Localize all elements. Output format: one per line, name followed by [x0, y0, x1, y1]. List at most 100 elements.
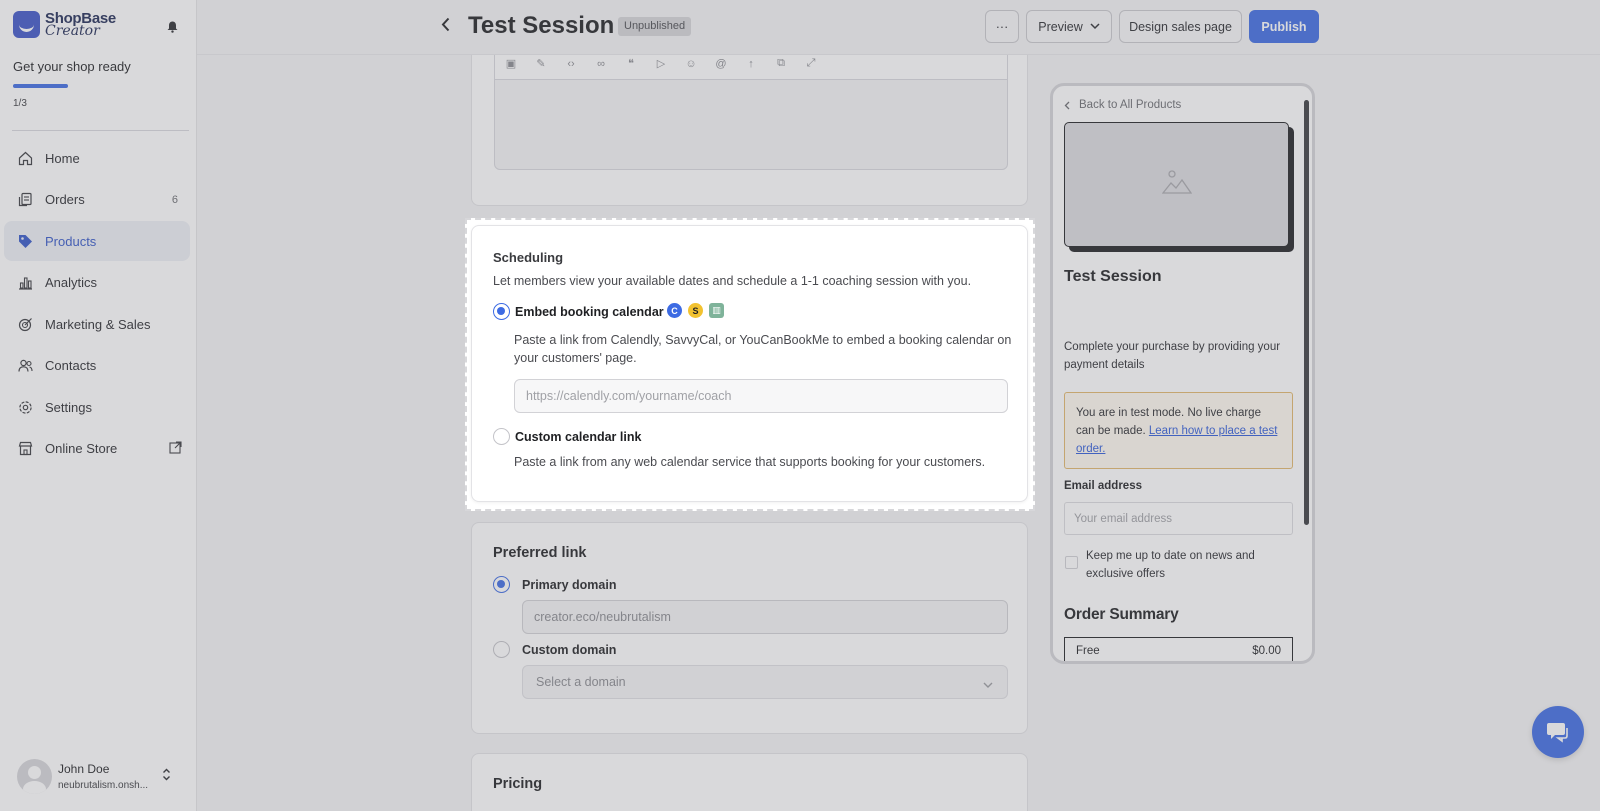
preview-scrollbar[interactable] — [1304, 100, 1309, 525]
more-actions-button[interactable]: ··· — [985, 10, 1019, 43]
chevron-down-icon — [983, 678, 993, 692]
back-arrow-icon[interactable] — [441, 17, 451, 37]
custom-domain-radio[interactable] — [493, 641, 510, 658]
preferred-link-card: Preferred link Primary domain creator.ec… — [471, 522, 1028, 734]
external-link-icon[interactable] — [169, 440, 182, 457]
scheduling-card: Scheduling Let members view your availab… — [471, 225, 1028, 502]
sidebar-item-marketing[interactable]: Marketing & Sales — [4, 304, 190, 344]
embed-calendar-label[interactable]: Embed booking calendar — [515, 305, 664, 319]
gear-icon — [17, 399, 33, 415]
pricing-card: Pricing — [471, 753, 1028, 811]
sidebar-item-online-store[interactable]: Online Store — [4, 429, 190, 469]
savvycal-icon: S — [688, 303, 703, 318]
image-placeholder-icon — [1161, 169, 1192, 200]
summary-item-price: $0.00 — [1252, 645, 1281, 657]
image-icon[interactable]: ▣ — [501, 54, 521, 74]
scheduling-description: Let members view your available dates an… — [493, 274, 972, 288]
description-editor[interactable] — [494, 79, 1008, 170]
sidebar-item-analytics[interactable]: Analytics — [4, 263, 190, 303]
custom-calendar-label[interactable]: Custom calendar link — [515, 430, 641, 444]
bell-icon[interactable] — [167, 20, 178, 33]
code-icon[interactable]: ‹› — [561, 54, 581, 74]
preview-button[interactable]: Preview — [1026, 10, 1112, 43]
embed-calendar-description: Paste a link from Calendly, SavvyCal, or… — [514, 331, 1014, 367]
avatar — [17, 759, 52, 794]
onboarding-progress — [13, 84, 68, 88]
sidebar-nav: Home Orders 6 Products Analytics Marketi… — [4, 138, 190, 470]
link-icon[interactable]: ∞ — [591, 54, 611, 74]
embed-description-line-2: your customers' page. — [514, 351, 637, 365]
tag-icon — [17, 233, 33, 249]
user-name: John Doe — [58, 762, 110, 776]
marketing-icon — [17, 316, 33, 332]
sidebar-item-label: Contacts — [45, 358, 97, 373]
home-icon — [17, 150, 33, 166]
video-icon[interactable]: ▷ — [651, 54, 671, 74]
sidebar-item-label: Analytics — [45, 275, 98, 290]
back-link-label: Back to All Products — [1079, 99, 1182, 111]
orders-count-badge: 6 — [171, 193, 178, 206]
booking-calendar-url-field[interactable]: https://calendly.com/yourname/coach — [514, 379, 1008, 413]
upload-icon[interactable]: ↑ — [741, 54, 761, 74]
publish-button[interactable]: Publish — [1249, 10, 1319, 43]
edit-icon[interactable]: ✎ — [531, 54, 551, 74]
preview-product-title: Test Session — [1064, 268, 1162, 285]
sidebar-divider — [12, 130, 189, 131]
order-summary-row: Free $0.00 — [1064, 637, 1293, 661]
summary-item-label: Free — [1076, 645, 1100, 657]
contacts-icon — [17, 358, 33, 374]
emoji-icon[interactable]: ☺ — [681, 54, 701, 74]
calendly-icon: C — [667, 303, 682, 318]
onboarding-count: 1/3 — [13, 98, 27, 109]
user-account[interactable]: John Doe neubrutalism.onsh... — [17, 759, 148, 794]
domain-select-value: Select a domain — [536, 675, 626, 689]
primary-domain-field[interactable]: creator.eco/neubrutalism — [522, 600, 1008, 634]
sidebar-item-label: Home — [45, 150, 80, 166]
store-icon — [17, 441, 33, 457]
email-label: Email address — [1064, 480, 1142, 492]
embed-calendar-radio[interactable] — [493, 303, 510, 320]
orders-icon — [17, 192, 33, 208]
pricing-title: Pricing — [493, 776, 543, 792]
custom-calendar-description: Paste a link from any web calendar servi… — [514, 455, 986, 469]
onboarding-title[interactable]: Get your shop ready — [13, 59, 131, 74]
sidebar-item-label: Orders — [45, 192, 85, 207]
quote-icon[interactable]: ❝ — [621, 54, 641, 74]
custom-calendar-radio[interactable] — [493, 428, 510, 445]
sidebar-item-label: Marketing & Sales — [45, 316, 151, 332]
chevron-down-icon — [1090, 23, 1100, 30]
sidebar-item-products[interactable]: Products — [4, 221, 190, 261]
chevron-left-icon — [1064, 101, 1070, 110]
mention-icon[interactable]: @ — [711, 54, 731, 74]
expand-icon[interactable]: ⤢ — [801, 54, 821, 74]
chevron-up-down-icon[interactable] — [162, 768, 171, 786]
product-image — [1064, 122, 1289, 247]
newsletter-label[interactable]: Keep me up to date on news and exclusive… — [1086, 547, 1291, 583]
logo-icon — [13, 11, 40, 38]
embed-icon[interactable]: ⧉ — [771, 54, 791, 74]
sidebar-item-home[interactable]: Home — [4, 138, 190, 178]
chat-button[interactable] — [1532, 706, 1584, 758]
analytics-icon — [17, 275, 33, 291]
back-to-products-link[interactable]: Back to All Products — [1064, 99, 1181, 111]
primary-domain-radio[interactable] — [493, 576, 510, 593]
calendar-provider-logos: C S ▥ — [667, 303, 724, 318]
order-summary-title: Order Summary — [1064, 606, 1179, 623]
custom-domain-label[interactable]: Custom domain — [522, 643, 616, 657]
preview-label: Preview — [1038, 19, 1083, 34]
newsletter-checkbox[interactable] — [1065, 556, 1078, 569]
test-mode-notice: You are in test mode. No live charge can… — [1064, 392, 1293, 469]
top-bar: Test Session Unpublished ··· Preview Des… — [197, 0, 1600, 55]
email-field[interactable]: Your email address — [1064, 502, 1293, 535]
primary-domain-label[interactable]: Primary domain — [522, 578, 616, 592]
sidebar-item-settings[interactable]: Settings — [4, 387, 190, 427]
sidebar-item-orders[interactable]: Orders 6 — [4, 180, 190, 220]
scheduling-title: Scheduling — [493, 250, 564, 265]
sidebar-item-label: Products — [45, 233, 97, 249]
page-title: Test Session — [468, 12, 615, 39]
sidebar-item-contacts[interactable]: Contacts — [4, 346, 190, 386]
design-sales-page-button[interactable]: Design sales page — [1119, 10, 1242, 43]
embed-description-line-1: Paste a link from Calendly, SavvyCal, or… — [514, 333, 1012, 347]
domain-select[interactable]: Select a domain — [522, 665, 1008, 699]
logo[interactable]: ShopBase Creator — [13, 11, 116, 38]
